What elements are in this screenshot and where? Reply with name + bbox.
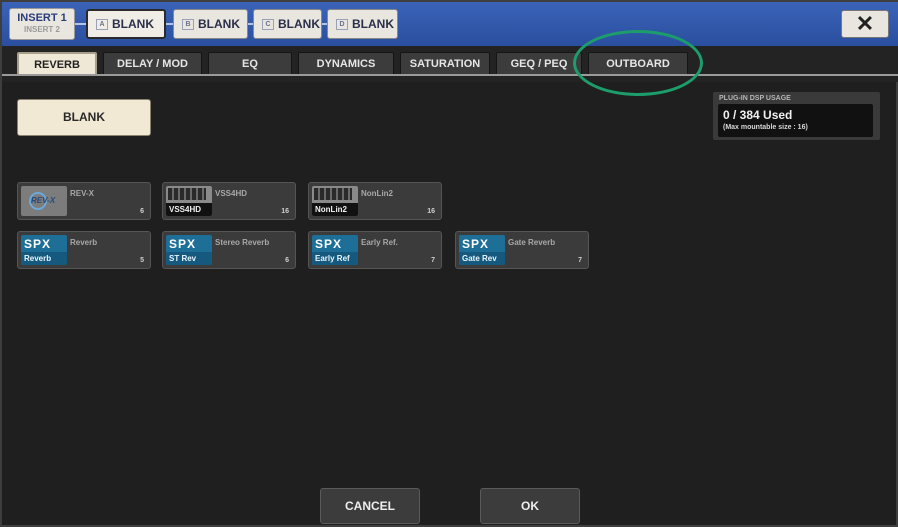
thumb-label: NonLin2	[312, 203, 358, 216]
dsp-usage-box: 0 / 384 Used (Max mountable size : 16)	[718, 104, 873, 137]
spx-logo: SPX	[462, 237, 490, 251]
close-icon: ✕	[855, 11, 875, 36]
nonlin2-thumbnail: NonLin2	[312, 186, 358, 216]
close-button[interactable]: ✕	[841, 10, 889, 38]
plugin-name: NonLin2	[361, 189, 393, 198]
slot-label: BLANK	[352, 17, 394, 31]
plugin-select-window: INSERT 1 INSERT 2 A BLANK B BLANK C BLAN…	[0, 0, 898, 527]
spx-thumbnail: SPX Gate Rev	[459, 235, 505, 265]
nonlin2-panel-graphic	[314, 188, 352, 200]
plugin-nonlin2[interactable]: NonLin2 NonLin2 16	[308, 182, 442, 220]
slot-badge: C	[262, 18, 274, 30]
slot-label: BLANK	[112, 17, 154, 31]
tab-saturation[interactable]: SATURATION	[400, 52, 490, 76]
vss4hd-panel-graphic	[168, 188, 206, 200]
plugin-name: Gate Reverb	[508, 238, 556, 247]
tab-delay-mod[interactable]: DELAY / MOD	[103, 52, 202, 76]
plugin-name: Reverb	[70, 238, 98, 247]
slot-label: BLANK	[278, 17, 320, 31]
plugin-size: 6	[285, 257, 289, 264]
tab-underline	[2, 74, 898, 76]
dsp-usage-title: PLUG-IN DSP USAGE	[719, 95, 791, 102]
spx-logo: SPX	[169, 237, 197, 251]
thumb-label: Gate Rev	[459, 252, 505, 265]
plugin-size: 5	[140, 257, 144, 264]
plugin-spx-reverb[interactable]: SPX Reverb Reverb 5	[17, 231, 151, 269]
rev-x-logo: REV-X	[21, 186, 67, 216]
highlight-circle	[573, 30, 703, 96]
insert-label: INSERT 1	[17, 12, 67, 24]
dsp-used-value: 0 / 384 Used	[723, 108, 793, 122]
insert-sublabel: INSERT 2	[23, 25, 60, 34]
plugin-rev-x[interactable]: REV-X REV-X 6	[17, 182, 151, 220]
dsp-max-size: (Max mountable size : 16)	[723, 124, 808, 131]
spx-thumbnail: SPX Reverb	[21, 235, 67, 265]
plugin-name: REV-X	[70, 189, 95, 198]
slot-badge: D	[336, 18, 348, 30]
plugin-name: Early Ref.	[361, 238, 398, 247]
plugin-size: 16	[281, 208, 289, 215]
thumb-label: Reverb	[21, 252, 67, 265]
rev-x-logo-text: REV-X	[31, 196, 56, 205]
thumb-label: ST Rev	[166, 252, 212, 265]
cancel-button[interactable]: CANCEL	[320, 488, 420, 524]
tab-geq-peq[interactable]: GEQ / PEQ	[496, 52, 582, 76]
plugin-name: Stereo Reverb	[215, 238, 270, 247]
spx-thumbnail: SPX Early Ref	[312, 235, 358, 265]
vss4hd-thumbnail: VSS4HD	[166, 186, 212, 216]
plugin-size: 7	[578, 257, 582, 264]
tab-reverb[interactable]: REVERB	[17, 52, 97, 76]
plugin-size: 16	[427, 208, 435, 215]
thumb-label: VSS4HD	[166, 203, 212, 216]
blank-button[interactable]: BLANK	[17, 99, 151, 136]
spx-thumbnail: SPX ST Rev	[166, 235, 212, 265]
plugin-spx-gate-reverb[interactable]: SPX Gate Rev Gate Reverb 7	[455, 231, 589, 269]
plugin-name: VSS4HD	[215, 189, 248, 198]
plugin-size: 7	[431, 257, 435, 264]
insert-bar: INSERT 1 INSERT 2 A BLANK B BLANK C BLAN…	[2, 2, 898, 46]
insert-selector-button[interactable]: INSERT 1 INSERT 2	[9, 8, 75, 40]
plugin-spx-stereo-reverb[interactable]: SPX ST Rev Stereo Reverb 6	[162, 231, 296, 269]
slot-label: BLANK	[198, 17, 240, 31]
spx-logo: SPX	[24, 237, 52, 251]
ok-button[interactable]: OK	[480, 488, 580, 524]
insert-slot-a[interactable]: A BLANK	[86, 9, 166, 39]
spx-logo: SPX	[315, 237, 343, 251]
plugin-vss4hd[interactable]: VSS4HD VSS4HD 16	[162, 182, 296, 220]
category-tabs: REVERB DELAY / MOD EQ DYNAMICS SATURATIO…	[2, 46, 898, 82]
slot-badge: A	[96, 18, 108, 30]
insert-slot-c[interactable]: C BLANK	[253, 9, 322, 39]
insert-slot-d[interactable]: D BLANK	[327, 9, 398, 39]
dsp-usage-panel: PLUG-IN DSP USAGE 0 / 384 Used (Max moun…	[713, 92, 880, 140]
tab-eq[interactable]: EQ	[208, 52, 292, 76]
plugin-size: 6	[140, 208, 144, 215]
slot-badge: B	[182, 18, 194, 30]
insert-slot-b[interactable]: B BLANK	[173, 9, 248, 39]
plugin-spx-early-ref[interactable]: SPX Early Ref Early Ref. 7	[308, 231, 442, 269]
tab-dynamics[interactable]: DYNAMICS	[298, 52, 394, 76]
thumb-label: Early Ref	[312, 252, 358, 265]
